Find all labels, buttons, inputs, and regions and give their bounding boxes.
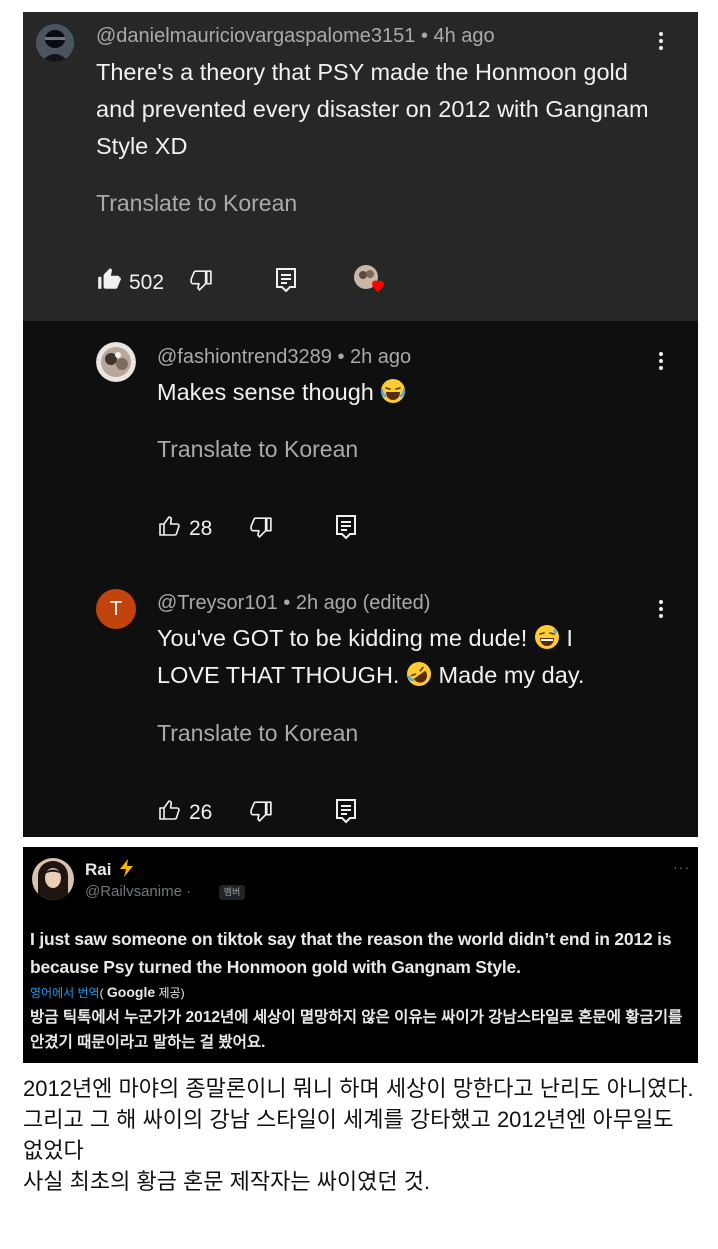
caption-line: 그리고 그 해 싸이의 강남 스타일이 세계를 강타했고 2012년엔 아무일도… <box>23 1107 674 1163</box>
comment-author[interactable]: @fashiontrend3289 <box>157 346 332 368</box>
translate-link[interactable]: 영어에서 번역 <box>30 986 100 1000</box>
more-options-icon[interactable]: ··· <box>673 859 690 875</box>
translate-button[interactable]: Translate to Korean <box>157 720 358 747</box>
user-avatar[interactable]: T <box>96 589 136 629</box>
translate-button[interactable]: Translate to Korean <box>157 436 358 463</box>
comment-author[interactable]: @danielmauriciovargaspalome3151 <box>96 25 415 47</box>
reply-icon[interactable] <box>334 514 358 540</box>
translate-button[interactable]: Translate to Korean <box>96 190 297 217</box>
caption-line: 2012년엔 마야의 종말론이니 뭐니 하며 세상이 망한다고 난리도 아니였다… <box>23 1076 694 1101</box>
caption-line: 사실 최초의 황금 혼문 제작자는 싸이였던 것. <box>23 1169 431 1194</box>
caption-text: 2012년엔 마야의 종말론이니 뭐니 하며 세상이 망한다고 난리도 아니였다… <box>23 1073 698 1197</box>
comment-text: There's a theory that PSY made the Honmo… <box>96 59 649 159</box>
thumbs-up-filled-icon[interactable] <box>96 266 122 292</box>
comment-author[interactable]: @Treysor101 <box>157 592 278 614</box>
more-vert-icon[interactable] <box>656 598 666 622</box>
tweet-card: Rai @Railvsanime · 멤버 ··· I just saw som… <box>23 847 698 1063</box>
tweet-text: I just saw someone on tiktok say that th… <box>30 929 672 977</box>
like-count: 502 <box>129 271 165 294</box>
comment-actions: 26 <box>157 796 457 830</box>
creator-heart-icon <box>354 265 384 292</box>
comment-time: 2h ago <box>350 346 412 368</box>
thumbs-up-outline-icon[interactable] <box>157 514 181 538</box>
like-count: 28 <box>189 517 213 540</box>
laughing-emoji-icon <box>381 379 406 403</box>
comment-time: 2h ago (edited) <box>295 592 431 614</box>
comment-actions: 28 <box>157 512 457 546</box>
tweet-handle[interactable]: @Railvsanime · <box>85 883 191 900</box>
comment-text: You've GOT to be kidding me dude! I LOVE… <box>157 625 585 688</box>
comment-actions: 502 <box>96 265 496 300</box>
comment-meta: @Treysor101 • 2h ago (edited) <box>157 592 431 614</box>
user-avatar[interactable] <box>36 24 74 62</box>
comment-meta: @fashiontrend3289 • 2h ago <box>157 346 412 368</box>
more-vert-icon[interactable] <box>656 30 666 54</box>
tweet-translated-text: 방금 틱톡에서 누군가가 2012년에 세상이 멸망하지 않은 이유는 싸이가 … <box>30 1009 683 1051</box>
lightning-icon <box>120 859 134 877</box>
comment-time: 4h ago <box>433 25 495 47</box>
top-comment: @danielmauriciovargaspalome3151 • 4h ago… <box>23 12 698 321</box>
translation-label: 영어에서 번역( Google 제공) <box>30 984 185 1000</box>
member-badge: 멤버 <box>219 885 245 900</box>
sweat-smile-emoji-icon <box>534 625 559 649</box>
user-avatar[interactable] <box>32 858 74 900</box>
tweet-author-name[interactable]: Rai <box>85 859 135 880</box>
thumbs-up-outline-icon[interactable] <box>157 798 181 822</box>
thumbs-down-icon[interactable] <box>249 514 274 539</box>
google-label: Google <box>106 984 156 1000</box>
youtube-comments-panel: @danielmauriciovargaspalome3151 • 4h ago… <box>23 12 698 837</box>
comment-text: Makes sense though <box>157 374 637 411</box>
reply-icon[interactable] <box>334 798 358 824</box>
comment-meta: @danielmauriciovargaspalome3151 • 4h ago <box>96 25 495 47</box>
user-avatar[interactable] <box>96 342 136 382</box>
thumbs-down-icon[interactable] <box>249 798 274 823</box>
more-vert-icon[interactable] <box>656 350 666 374</box>
reply-icon[interactable] <box>274 267 298 293</box>
thumbs-down-icon[interactable] <box>189 267 214 292</box>
rofl-emoji-icon <box>406 662 431 686</box>
like-count: 26 <box>189 801 213 824</box>
